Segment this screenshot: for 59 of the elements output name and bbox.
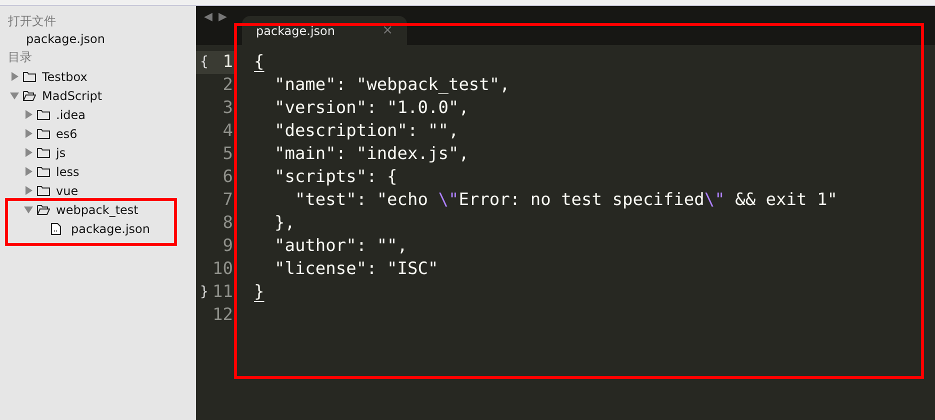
gutter-cell-text: 8 [222,212,234,235]
gutter-cell-text: 7 [222,189,234,212]
folder-item[interactable]: js [56,144,66,162]
collapsed-arrow-icon[interactable] [24,129,33,138]
collapsed-arrow-icon[interactable] [24,167,33,176]
code-line: { [253,51,264,74]
code-line: } [253,281,264,304]
expanded-arrow-icon[interactable] [24,205,33,214]
collapsed-arrow-icon[interactable] [24,148,33,157]
folder-item[interactable]: es6 [56,124,78,142]
gutter-cell: { 1 [196,51,236,74]
nav-arrow[interactable]: ◀ [204,9,212,26]
folder-item[interactable]: Testbox [42,68,88,86]
folder-item[interactable]: MadScript [42,86,102,104]
file-item[interactable]: package.json [71,220,150,238]
code-line: }, [273,212,295,235]
gutter-cell-text: 4 [222,120,234,143]
gutter-cell-text: 6 [222,166,234,189]
code-line: "main": "index.js", [273,143,469,166]
folder-icon [23,71,36,82]
open-folder-icon [37,204,50,215]
code-line: "license": "ISC" [273,258,438,281]
fold-marker[interactable]: { [200,51,208,74]
open-file-item[interactable]: package.json [0,30,196,48]
collapsed-arrow-icon[interactable] [24,110,33,119]
tab-label: package.json [256,22,336,40]
code-line: "name": "webpack_test", [273,74,510,97]
gutter-cell-text: 5 [222,143,234,166]
folder-icon [37,185,50,196]
code-line: "scripts": { [273,166,398,189]
code-line: "version": "1.0.0", [273,97,469,120]
nav-arrow[interactable]: ▶ [218,9,227,26]
collapsed-arrow-icon[interactable] [10,72,19,81]
section-title: 打开文件 [7,13,57,30]
editor-tab[interactable]: package.json × [242,16,407,45]
file-icon [51,222,61,234]
folder-item[interactable]: webpack_test [56,200,138,218]
expanded-arrow-icon[interactable] [10,91,19,100]
open-folder-icon [23,90,36,101]
gutter-cell-text: 10 [212,258,234,281]
collapsed-arrow-icon[interactable] [24,186,33,195]
gutter-cell-text: 3 [222,97,234,120]
folder-icon [37,166,50,177]
section-title: 目录 [7,49,33,66]
fold-marker[interactable]: } [200,281,208,304]
gutter-cell-text: 12 [212,304,234,327]
folder-item[interactable]: vue [56,182,78,200]
code-line: "description": "", [273,120,459,143]
gutter-cell-text: 2 [222,74,234,97]
gutter-cell-text: 9 [222,235,234,258]
folder-item[interactable]: less [56,162,80,180]
folder-icon [37,109,50,120]
folder-item[interactable]: .idea [56,106,86,124]
code-editor[interactable] [196,45,935,420]
code-line: "test": "echo \"Error: no test specified\" && exit 1" [294,189,838,212]
folder-icon [37,147,50,158]
folder-icon [37,128,50,139]
gutter-cell-text: } 11 [199,281,234,304]
code-line: "author": "", [273,235,408,258]
